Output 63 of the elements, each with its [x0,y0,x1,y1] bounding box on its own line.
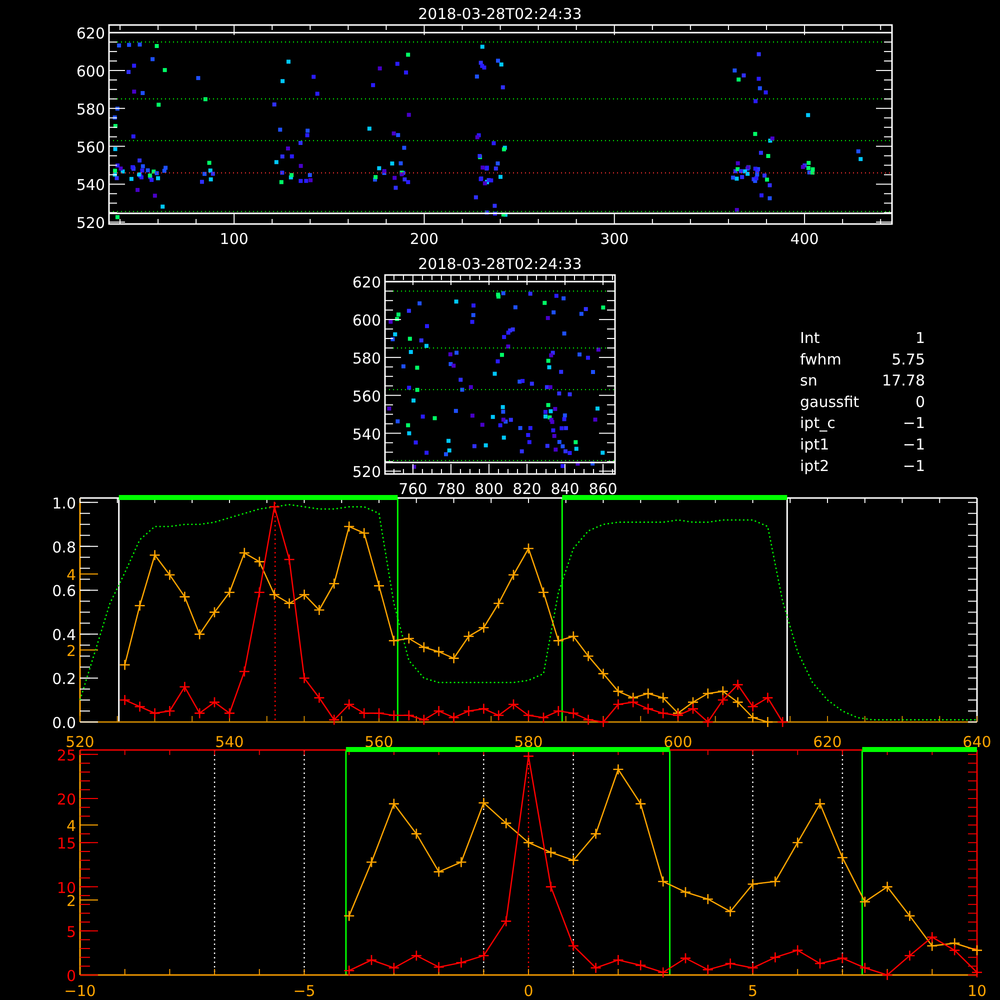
tick-label: 100 [220,230,248,248]
tick-label: 5 [748,982,758,1000]
tick-label: 4 [66,566,76,584]
info-value: 0 [915,392,925,411]
info-label: sn [800,372,818,390]
tick-label: 520 [352,463,381,482]
tick-label: 15 [56,834,76,853]
tick-label: 580 [352,349,381,368]
tick-label: 560 [352,387,381,406]
tick-label: 620 [352,274,381,292]
tick-label: 580 [76,100,105,118]
tick-label: 860 [588,480,618,498]
tick-label: 520 [76,214,105,232]
tick-label: 540 [352,425,381,444]
tick-label: 10 [967,982,987,1000]
info-label: ipt_c [800,414,836,432]
tick-label: 780 [436,480,466,498]
tick-label: 800 [474,480,504,498]
tick-label: 580 [514,733,543,751]
tick-label: 400 [790,230,819,248]
tick-label: 560 [364,733,394,751]
info-value: 1 [915,329,925,347]
tick-label: 820 [512,480,542,498]
tick-label: 200 [410,230,439,248]
tick-label: 600 [352,312,381,330]
chart-title: 2018-03-28T02:24:33 [418,255,582,273]
tick-label: 0.8 [52,538,76,556]
info-value: −1 [902,414,925,432]
tick-label: 20 [56,790,76,809]
tick-label: 5 [66,922,76,941]
tick-label: 540 [215,733,244,751]
tick-label: 620 [813,733,842,751]
tick-label: 4 [66,817,76,835]
tick-label: 640 [962,733,992,751]
info-value: 17.78 [882,372,925,390]
chart-title: 2018-03-28T02:24:33 [418,5,582,23]
tick-label: 620 [76,24,105,43]
tick-label: 560 [76,138,105,156]
info-label: fwhm [800,350,842,368]
tick-label: 0.6 [52,582,76,600]
tick-label: 600 [76,62,105,80]
tick-label: 760 [398,480,428,498]
tick-label: 2 [66,642,76,660]
info-label: ipt1 [800,436,830,454]
tick-label: 0 [524,982,534,1000]
tick-label: −5 [293,982,316,1000]
tick-label: 0.0 [52,714,76,732]
tick-label: 600 [664,733,692,751]
info-label: gaussfit [800,392,860,411]
info-value: −1 [902,456,925,475]
tick-label: 0.2 [52,670,76,688]
info-label: Int [800,329,820,347]
info-label: ipt2 [800,456,830,475]
tick-label: 0.4 [52,626,76,644]
tick-label: 300 [600,230,629,248]
tick-label: −10 [64,982,96,1000]
tick-label: 2 [66,892,76,910]
info-value: −1 [902,436,925,454]
tick-label: 840 [550,480,580,498]
tick-label: 1.0 [52,494,76,512]
tick-label: 0 [66,967,76,985]
info-value: 5.75 [892,350,925,368]
tick-label: 540 [76,176,105,194]
